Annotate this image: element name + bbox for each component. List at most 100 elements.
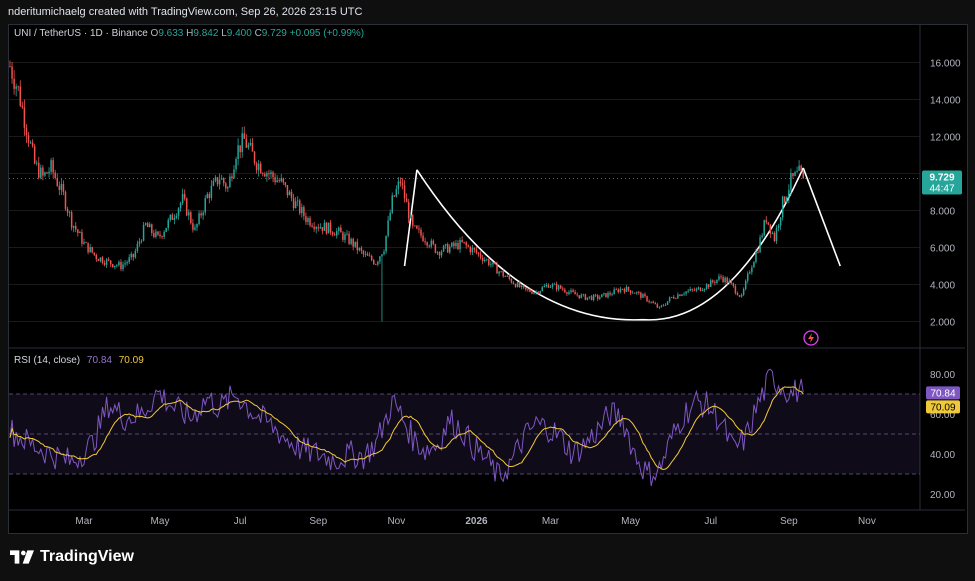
candle-body	[656, 304, 659, 308]
candle-body	[81, 232, 83, 244]
price-tick-label: 14.000	[930, 96, 961, 107]
candle-body	[44, 172, 46, 176]
candle-body	[420, 229, 422, 236]
candle-body	[449, 246, 451, 253]
candle-body	[352, 238, 354, 247]
time-tick-label: Jul	[234, 516, 247, 527]
candle-body	[740, 294, 743, 297]
candle-body	[354, 241, 356, 247]
candle-body	[126, 262, 128, 264]
candle-body	[494, 262, 496, 264]
candle-body	[340, 227, 342, 233]
candle-body	[516, 282, 519, 288]
candle-body	[525, 287, 527, 290]
candle-body	[434, 244, 437, 253]
candle-body	[726, 277, 728, 284]
open-value: 9.633	[158, 28, 184, 39]
candle-body	[346, 233, 348, 235]
candle-body	[479, 253, 482, 258]
candle-body	[95, 254, 98, 260]
candle-body	[21, 105, 24, 108]
candle-body	[385, 235, 387, 252]
high-value: 9.842	[193, 28, 219, 39]
candle-body	[169, 214, 172, 220]
low-value: 9.400	[226, 28, 252, 39]
candle-body	[442, 245, 445, 252]
candle-body	[796, 170, 798, 173]
tradingview-logo[interactable]: TradingView	[10, 548, 134, 566]
candle-body	[701, 290, 704, 291]
candle-body	[161, 236, 163, 237]
candle-body	[301, 207, 303, 214]
candle-body	[580, 294, 583, 299]
candle-body	[391, 195, 393, 213]
candle-body	[206, 194, 209, 199]
candle-body	[590, 296, 593, 300]
candle-body	[296, 200, 299, 202]
candle-body	[438, 252, 441, 256]
candle-body	[753, 262, 755, 268]
candle-body	[50, 160, 52, 172]
candle-body	[693, 289, 696, 291]
chart-canvas[interactable]: 16.00014.00012.00010.0008.0006.0004.0002…	[0, 0, 975, 581]
candle-body	[68, 212, 71, 213]
candle-body	[181, 193, 184, 203]
candle-body	[710, 280, 712, 287]
candle-body	[646, 296, 648, 302]
candle-body	[424, 241, 426, 243]
candle-body	[654, 303, 657, 305]
candle-body	[175, 215, 178, 218]
candle-body	[157, 231, 159, 235]
candle-body	[582, 294, 585, 296]
candle-body	[707, 284, 710, 287]
candle-body	[292, 198, 295, 209]
candle-body	[225, 183, 227, 189]
candle-body	[272, 172, 274, 178]
candle-body	[120, 261, 122, 270]
price-tick-label: 16.000	[930, 59, 961, 70]
countdown-text: 44:47	[929, 184, 954, 195]
candle-body	[58, 186, 61, 191]
candle-body	[712, 280, 714, 283]
candle-body	[288, 191, 291, 196]
candle-body	[718, 276, 720, 280]
candle-body	[97, 259, 100, 261]
candle-body	[457, 242, 459, 250]
candle-body	[508, 275, 511, 279]
candle-body	[769, 224, 772, 234]
candle-body	[66, 208, 69, 213]
candle-body	[648, 301, 650, 303]
rsi-tick-label: 80.00	[930, 370, 955, 381]
candle-body	[255, 163, 258, 171]
time-tick-label: Jul	[704, 516, 717, 527]
candle-body	[17, 86, 19, 88]
candle-body	[25, 127, 28, 136]
candle-body	[605, 293, 607, 298]
candle-body	[675, 298, 677, 300]
candle-body	[455, 242, 457, 247]
candle-body	[523, 285, 525, 288]
candle-body	[751, 267, 753, 273]
candle-body	[257, 163, 260, 171]
price-tick-label: 8.000	[930, 207, 955, 218]
close-value: 9.729	[261, 28, 287, 39]
candle-body	[239, 145, 241, 153]
candle-body	[35, 162, 38, 164]
candle-body	[555, 283, 558, 290]
candle-body	[687, 290, 689, 292]
candle-body	[42, 167, 44, 176]
candle-body	[418, 228, 420, 230]
candle-body	[638, 292, 640, 293]
candle-body	[56, 178, 59, 187]
candle-body	[167, 219, 169, 228]
candle-body	[294, 201, 297, 209]
candle-body	[146, 223, 149, 228]
candle-body	[611, 294, 613, 296]
candle-body	[541, 287, 543, 291]
candle-body	[362, 250, 365, 255]
candle-body	[29, 142, 32, 144]
candle-body	[112, 264, 114, 268]
candle-body	[636, 292, 638, 294]
candle-body	[510, 278, 513, 283]
candle-body	[99, 257, 102, 261]
